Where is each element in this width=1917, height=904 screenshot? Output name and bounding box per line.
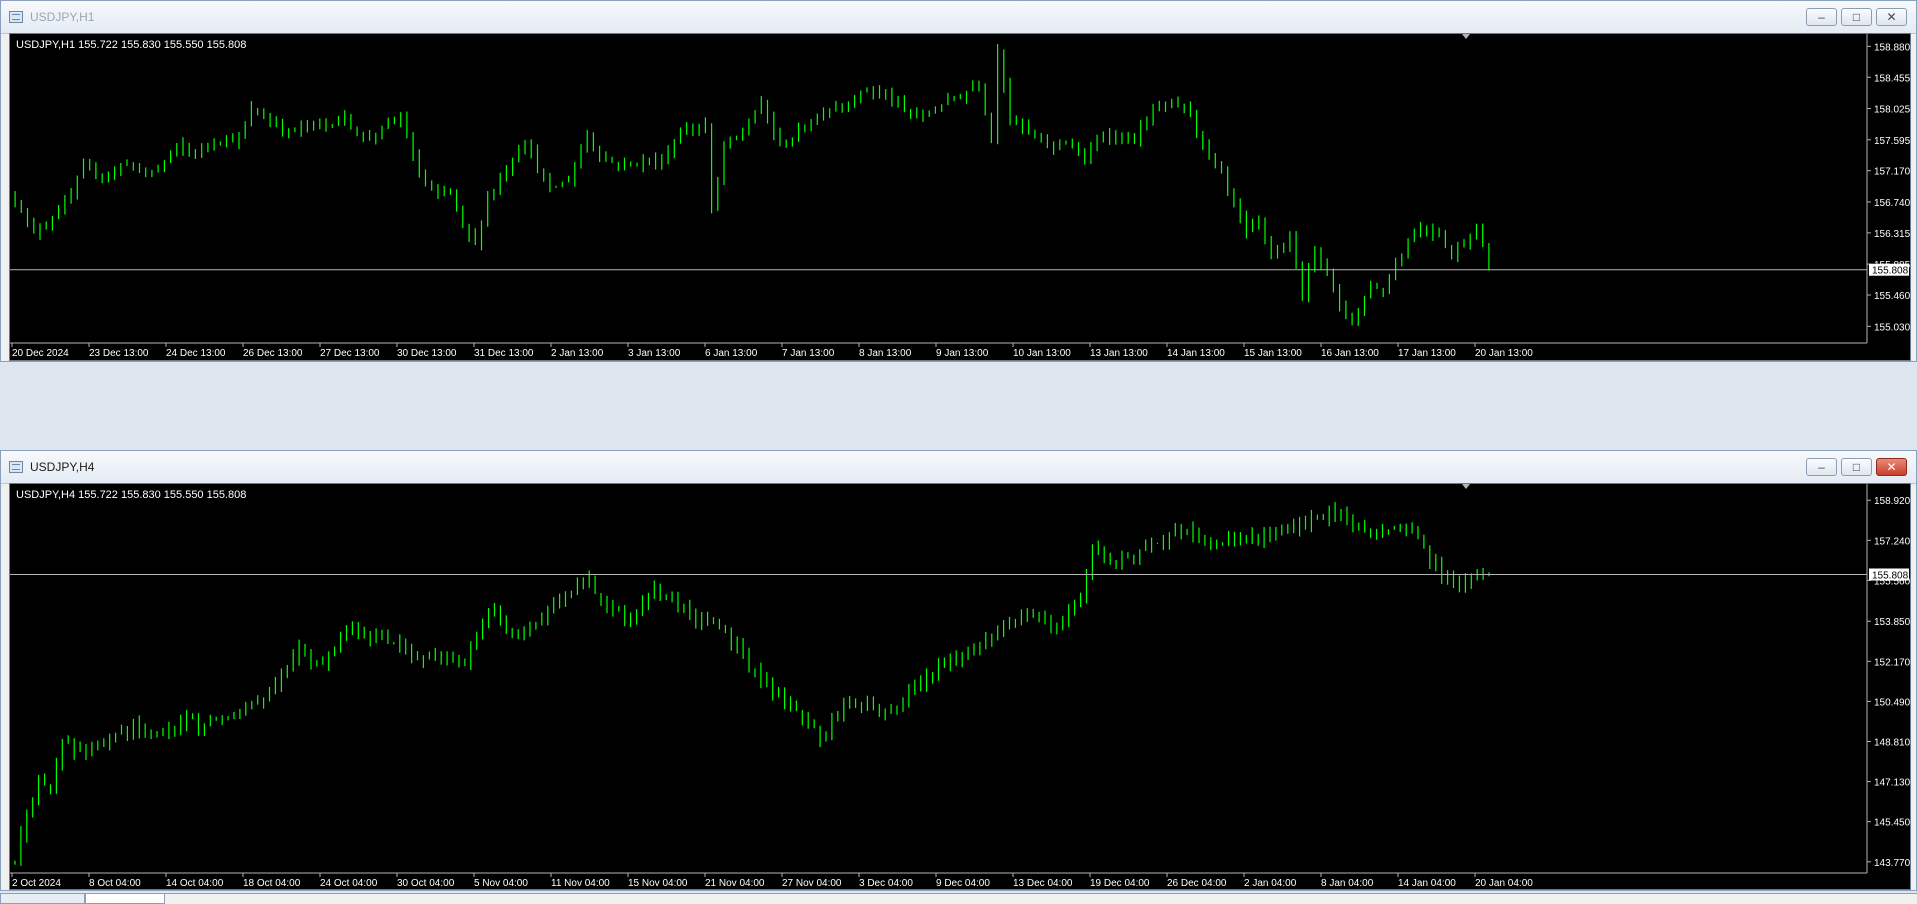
price-tick-label: 150.490 xyxy=(1874,697,1910,708)
time-tick-label: 3 Dec 04:00 xyxy=(859,878,913,889)
chart-window-icon xyxy=(9,11,23,23)
price-chart[interactable]: USDJPY,H4 155.722 155.830 155.550 155.80… xyxy=(9,483,1911,890)
candlestick-chart-h4[interactable]: USDJPY,H4 155.722 155.830 155.550 155.80… xyxy=(10,484,1910,889)
window-titlebar[interactable]: USDJPY,H4 – □ ✕ xyxy=(1,451,1916,484)
time-tick-label: 23 Dec 13:00 xyxy=(89,348,149,359)
time-tick-label: 13 Dec 04:00 xyxy=(1013,878,1073,889)
time-tick-label: 18 Oct 04:00 xyxy=(243,878,301,889)
time-tick-label: 8 Jan 04:00 xyxy=(1321,878,1374,889)
time-tick-label: 30 Dec 13:00 xyxy=(397,348,457,359)
minimize-button[interactable]: – xyxy=(1806,458,1837,476)
time-tick-label: 31 Dec 13:00 xyxy=(474,348,534,359)
price-tick-label: 156.740 xyxy=(1874,198,1910,209)
time-tick-label: 27 Nov 04:00 xyxy=(782,878,842,889)
time-tick-label: 10 Jan 13:00 xyxy=(1013,348,1071,359)
price-tick-label: 148.810 xyxy=(1874,738,1910,749)
time-tick-label: 16 Jan 13:00 xyxy=(1321,348,1379,359)
price-tick-label: 153.850 xyxy=(1874,617,1910,628)
price-tick-label: 147.130 xyxy=(1874,778,1910,789)
time-tick-label: 6 Jan 13:00 xyxy=(705,348,758,359)
price-tick-label: 143.770 xyxy=(1874,858,1910,869)
price-tick-label: 145.450 xyxy=(1874,818,1910,829)
time-tick-label: 19 Dec 04:00 xyxy=(1090,878,1150,889)
candles-group xyxy=(14,44,1490,326)
svg-text:155.808: 155.808 xyxy=(1872,570,1909,581)
time-tick-label: 2 Jan 04:00 xyxy=(1244,878,1297,889)
chart-info-label: USDJPY,H4 155.722 155.830 155.550 155.80… xyxy=(16,489,246,501)
time-tick-label: 2 Jan 13:00 xyxy=(551,348,604,359)
price-tick-label: 158.920 xyxy=(1874,496,1910,507)
time-tick-label: 14 Jan 04:00 xyxy=(1398,878,1456,889)
time-tick-label: 2 Oct 2024 xyxy=(12,878,61,889)
current-price-tag: 155.808 xyxy=(1869,568,1909,581)
candlestick-chart-h1[interactable]: USDJPY,H1 155.722 155.830 155.550 155.80… xyxy=(10,34,1910,360)
time-tick-label: 30 Oct 04:00 xyxy=(397,878,455,889)
price-tick-label: 155.460 xyxy=(1874,291,1910,302)
price-tick-label: 157.595 xyxy=(1874,136,1910,147)
window-title: USDJPY,H4 xyxy=(30,460,95,474)
chart-window-icon xyxy=(9,461,23,473)
time-tick-label: 24 Dec 13:00 xyxy=(166,348,226,359)
time-tick-label: 17 Jan 13:00 xyxy=(1398,348,1456,359)
price-tick-label: 152.170 xyxy=(1874,657,1910,668)
time-tick-label: 26 Dec 13:00 xyxy=(243,348,303,359)
time-tick-label: 11 Nov 04:00 xyxy=(551,878,610,889)
time-tick-label: 20 Jan 04:00 xyxy=(1475,878,1533,889)
window-titlebar[interactable]: USDJPY,H1 – □ ✕ xyxy=(1,1,1916,34)
chart-shift-marker-icon xyxy=(1462,484,1470,489)
time-tick-label: 9 Dec 04:00 xyxy=(936,878,990,889)
time-tick-label: 20 Jan 13:00 xyxy=(1475,348,1533,359)
minimize-button[interactable]: – xyxy=(1806,8,1837,26)
current-price-tag: 155.808 xyxy=(1869,263,1909,277)
close-button[interactable]: ✕ xyxy=(1876,458,1907,476)
price-tick-label: 158.455 xyxy=(1874,73,1910,84)
time-tick-label: 15 Jan 13:00 xyxy=(1244,348,1302,359)
time-tick-label: 26 Dec 04:00 xyxy=(1167,878,1227,889)
time-axis: 20 Dec 2024 23 Dec 13:00 24 Dec 13:00 26 De… xyxy=(11,343,1533,359)
window-title: USDJPY,H1 xyxy=(30,10,95,24)
svg-text:155.808: 155.808 xyxy=(1872,266,1909,277)
maximize-button[interactable]: □ xyxy=(1841,8,1872,26)
price-tick-label: 158.880 xyxy=(1874,42,1910,53)
time-tick-label: 27 Dec 13:00 xyxy=(320,348,380,359)
time-tick-label: 5 Nov 04:00 xyxy=(474,878,528,889)
maximize-button[interactable]: □ xyxy=(1841,458,1872,476)
time-tick-label: 14 Jan 13:00 xyxy=(1167,348,1225,359)
price-tick-label: 157.240 xyxy=(1874,536,1910,547)
time-tick-label: 13 Jan 13:00 xyxy=(1090,348,1148,359)
chart-window-h4[interactable]: USDJPY,H4 – □ ✕ USDJPY,H4 155.722 155.83… xyxy=(0,450,1917,891)
price-tick-label: 156.315 xyxy=(1874,229,1910,240)
time-tick-label: 15 Nov 04:00 xyxy=(628,878,688,889)
price-axis: 158.920157.240155.560153.850152.170150.4… xyxy=(1867,496,1910,869)
time-tick-label: 24 Oct 04:00 xyxy=(320,878,378,889)
time-tick-label: 8 Oct 04:00 xyxy=(89,878,141,889)
chart-tabs-bar xyxy=(0,893,1917,904)
chart-info-label: USDJPY,H1 155.722 155.830 155.550 155.80… xyxy=(16,39,246,51)
price-chart[interactable]: USDJPY,H1 155.722 155.830 155.550 155.80… xyxy=(9,33,1911,361)
price-tick-label: 155.030 xyxy=(1874,322,1910,333)
time-axis: 2 Oct 2024 8 Oct 04:00 14 Oct 04:00 18 Oct … xyxy=(11,873,1533,889)
price-tick-label: 157.170 xyxy=(1874,167,1910,178)
close-button[interactable]: ✕ xyxy=(1876,8,1907,26)
time-tick-label: 14 Oct 04:00 xyxy=(166,878,224,889)
time-tick-label: 8 Jan 13:00 xyxy=(859,348,912,359)
candles-group xyxy=(14,502,1490,866)
time-tick-label: 9 Jan 13:00 xyxy=(936,348,989,359)
time-tick-label: 21 Nov 04:00 xyxy=(705,878,765,889)
chart-shift-marker-icon xyxy=(1462,34,1470,39)
time-tick-label: 7 Jan 13:00 xyxy=(782,348,835,359)
time-tick-label: 3 Jan 13:00 xyxy=(628,348,681,359)
price-tick-label: 158.025 xyxy=(1874,105,1910,116)
chart-window-h1[interactable]: USDJPY,H1 – □ ✕ USDJPY,H1 155.722 155.83… xyxy=(0,0,1917,362)
price-axis: 158.880 158.455 158.025 157.595 157.170 156.7… xyxy=(1867,42,1910,333)
time-tick-label: 20 Dec 2024 xyxy=(12,348,69,359)
